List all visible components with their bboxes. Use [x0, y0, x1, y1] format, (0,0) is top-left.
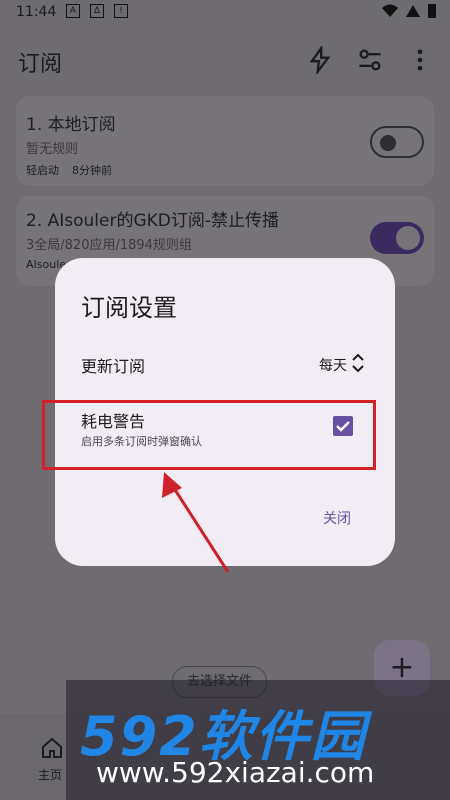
subscription-updated: 8分钟前 — [72, 164, 112, 177]
wifi-icon — [382, 4, 398, 17]
more-vert-icon[interactable] — [406, 46, 434, 74]
unfold-icon[interactable] — [351, 352, 365, 374]
close-button[interactable]: 关闭 — [323, 508, 351, 528]
subscription-title: 2. AIsouler的GKD订阅-禁止传播 — [26, 211, 280, 231]
bolt-icon[interactable] — [306, 46, 334, 74]
update-frequency-select[interactable]: 每天 — [319, 355, 347, 375]
battery-icon — [428, 4, 436, 18]
subscription-subtitle: 暂无规则 — [26, 142, 79, 157]
update-subscription-label: 更新订阅 — [81, 357, 146, 376]
watermark-url: www.592xiazai.com — [96, 756, 375, 789]
status-bar: 11:44 A ∆ ! — [0, 0, 450, 26]
tune-icon[interactable] — [356, 46, 384, 74]
status-time: 11:44 — [16, 4, 57, 20]
dialog-title: 订阅设置 — [81, 294, 177, 322]
subscription-toggle[interactable] — [370, 126, 424, 158]
subscription-meta: 轻启动 — [26, 164, 59, 177]
home-icon[interactable] — [40, 736, 64, 760]
subscription-card[interactable]: 1. 本地订阅 暂无规则 轻启动 8分钟前 — [16, 96, 434, 186]
nav-home-label[interactable]: 主页 — [38, 766, 62, 783]
app-bar: 订阅 — [0, 26, 450, 90]
annotation-arrow — [162, 472, 230, 573]
page-title: 订阅 — [18, 52, 63, 77]
subscription-title: 1. 本地订阅 — [26, 115, 116, 135]
signal-icon — [406, 5, 420, 17]
notification-person-icon: ∆ — [90, 4, 104, 18]
highlight-box — [42, 400, 376, 470]
subscription-subtitle: 3全局/820应用/1894规则组 — [26, 238, 192, 253]
warning-icon: ! — [114, 4, 128, 18]
notification-a-icon: A — [66, 4, 80, 18]
subscription-toggle[interactable] — [370, 222, 424, 254]
